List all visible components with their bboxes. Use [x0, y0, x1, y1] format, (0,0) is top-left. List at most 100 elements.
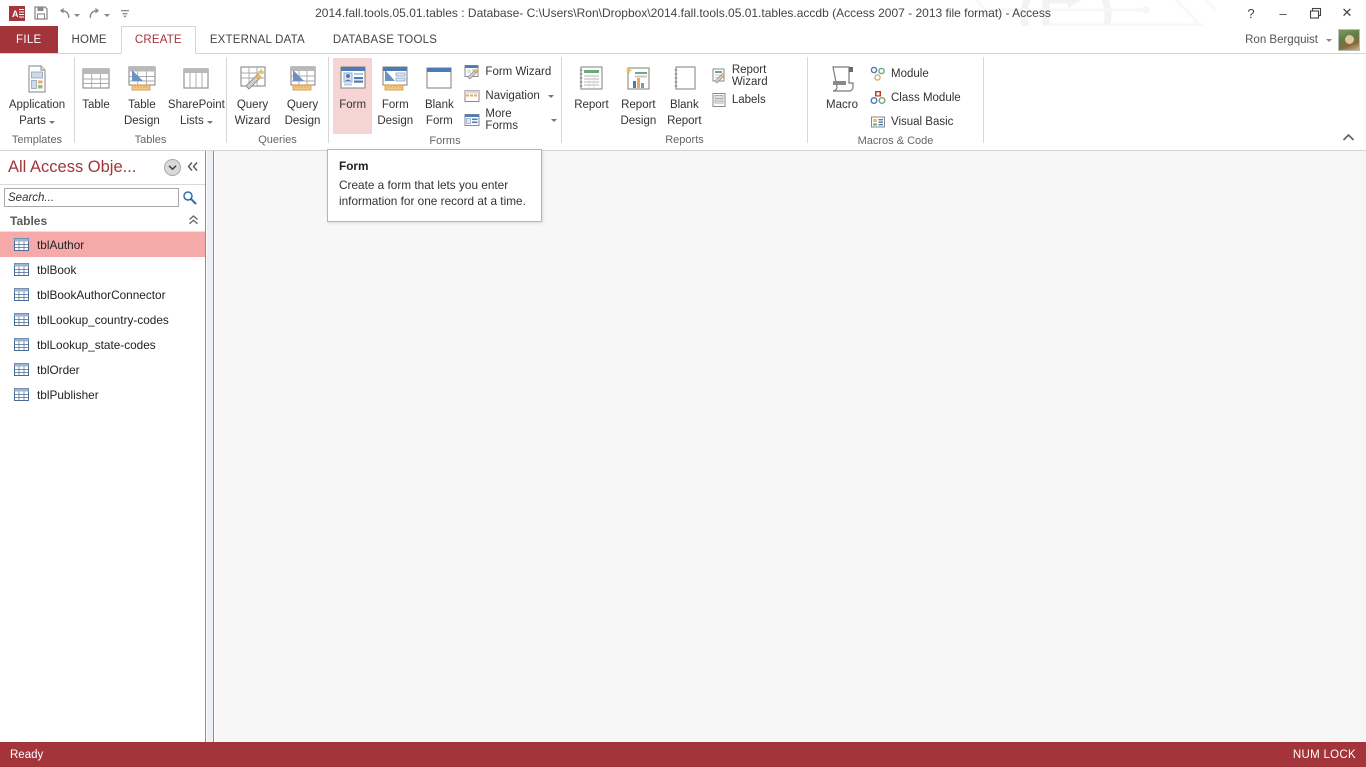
restore-button[interactable] [1300, 2, 1330, 24]
report-button[interactable]: Report [568, 58, 615, 112]
ribbon-group-reports: Report Report Design Blank Report Report… [562, 54, 807, 151]
list-item-label: tblAuthor [37, 237, 85, 252]
quick-access-toolbar[interactable]: A [0, 2, 136, 24]
table-design-label-line1: Table [128, 99, 156, 111]
window-controls[interactable]: ? ‒ ✕ [1236, 0, 1362, 26]
report-wizard-button[interactable]: Report Wizard [707, 64, 807, 88]
tab-home[interactable]: HOME [58, 26, 121, 53]
more-forms-icon [464, 112, 480, 128]
search-icon[interactable] [179, 190, 199, 205]
table-design-button[interactable]: Table Design [117, 58, 167, 128]
navigation-group-header-tables[interactable]: Tables [0, 210, 205, 232]
ribbon-groups: Application Parts Templates Table Table … [0, 54, 1366, 151]
list-item-label: tblLookup_state-codes [37, 337, 156, 352]
chevron-down-circle-icon[interactable] [164, 159, 181, 176]
list-item[interactable]: tblLookup_country-codes [0, 307, 205, 332]
module-button[interactable]: Module [866, 62, 965, 86]
list-item[interactable]: tblBook [0, 257, 205, 282]
visual-basic-button[interactable]: Visual Basic [866, 110, 965, 134]
report-design-icon [621, 62, 655, 96]
ribbon-tab-strip[interactable]: FILE HOME CREATE EXTERNAL DATA DATABASE … [0, 26, 1366, 54]
report-design-button[interactable]: Report Design [615, 58, 662, 128]
form-icon [336, 62, 370, 96]
query-design-button[interactable]: Query Design [278, 58, 328, 128]
more-forms-label: More Forms [485, 108, 519, 132]
close-button[interactable]: ✕ [1332, 2, 1362, 24]
navigation-dropdown-caret-icon[interactable] [547, 94, 554, 98]
access-application-window: A 2014.fall.tools.05.01.tables: Databas… [0, 0, 1366, 767]
tooltip-body: Create a form that lets you enter inform… [339, 178, 526, 208]
list-item[interactable]: tblOrder [0, 357, 205, 382]
form-button[interactable]: Form [333, 58, 373, 134]
account-name[interactable]: Ron Bergquist [1245, 34, 1318, 46]
list-item[interactable]: tblLookup_state-codes [0, 332, 205, 357]
macro-button[interactable]: Macro [818, 58, 866, 112]
undo-dropdown-caret-icon[interactable] [73, 13, 80, 17]
more-forms-button[interactable]: More Forms [460, 108, 561, 132]
navigation-group-label: Tables [10, 213, 48, 228]
query-wizard-label-line2: Wizard [234, 115, 271, 127]
query-wizard-button[interactable]: Query Wizard [228, 58, 278, 128]
navigation-pane: All Access Obje... Tables [0, 151, 206, 742]
tab-external-data[interactable]: EXTERNAL DATA [196, 26, 319, 53]
list-item-label: tblOrder [37, 362, 80, 377]
redo-dropdown-caret-icon[interactable] [103, 13, 110, 17]
status-bar: Ready NUM LOCK [0, 742, 1366, 767]
class-module-button[interactable]: Class Module [866, 86, 965, 110]
list-item[interactable]: tblAuthor [0, 232, 205, 257]
sharepoint-lists-button[interactable]: SharePoint Lists [167, 58, 226, 128]
sharepoint-lists-dropdown-caret-icon[interactable] [206, 120, 213, 124]
ribbon-group-macros-code: Macro Module Class Module Visual Basic M… [808, 54, 983, 151]
report-design-label-line2: Design [620, 115, 657, 127]
labels-button[interactable]: Labels [707, 88, 807, 112]
report-wizard-icon [711, 68, 727, 84]
account-dropdown-caret-icon[interactable] [1326, 38, 1332, 42]
application-parts-label-line1: Application [8, 99, 66, 111]
double-chevron-left-icon[interactable] [187, 161, 199, 175]
class-module-icon [870, 90, 886, 106]
help-button[interactable]: ? [1236, 2, 1266, 24]
work-area [215, 151, 1366, 742]
form-wizard-button[interactable]: Form Wizard [460, 60, 561, 84]
form-design-label-line1: Form [381, 99, 409, 111]
tab-create[interactable]: CREATE [120, 26, 196, 54]
table-button[interactable]: Table [75, 58, 117, 112]
ribbon-group-forms: Form Form Design Blank Form Form Wizard … [329, 54, 561, 151]
collapse-ribbon-button[interactable] [1338, 128, 1358, 146]
list-item-label: tblBookAuthorConnector [37, 287, 166, 302]
navigation-button[interactable]: Navigation [460, 84, 561, 108]
visual-basic-icon [870, 114, 886, 130]
application-parts-dropdown-caret-icon[interactable] [48, 120, 55, 124]
tab-file[interactable]: FILE [0, 26, 58, 53]
search-box[interactable] [4, 188, 179, 207]
minimize-button[interactable]: ‒ [1268, 2, 1298, 24]
account-area[interactable]: Ron Bergquist [1245, 26, 1360, 54]
blank-report-button[interactable]: Blank Report [662, 58, 707, 128]
chevron-up-icon [1342, 133, 1354, 141]
blank-report-icon [667, 62, 701, 96]
search-input[interactable] [8, 191, 175, 204]
visual-basic-label: Visual Basic [891, 116, 954, 128]
form-design-button[interactable]: Form Design [372, 58, 418, 128]
blank-form-button[interactable]: Blank Form [418, 58, 460, 128]
macro-label: Macro [826, 99, 858, 111]
list-item[interactable]: tblBookAuthorConnector [0, 282, 205, 307]
list-item-label: tblPublisher [37, 387, 99, 402]
navigation-pane-splitter[interactable] [207, 151, 214, 742]
list-item-label: tblLookup_country-codes [37, 312, 169, 327]
application-parts-button[interactable]: Application Parts [2, 58, 72, 128]
double-chevron-up-icon[interactable] [188, 212, 199, 230]
list-item[interactable]: tblPublisher [0, 382, 205, 407]
customize-quick-access-icon[interactable] [114, 2, 136, 24]
tooltip-title: Form [339, 159, 369, 173]
more-forms-dropdown-caret-icon[interactable] [551, 118, 557, 122]
sharepoint-lists-label-line2: Lists [180, 115, 204, 127]
tab-database-tools[interactable]: DATABASE TOOLS [319, 26, 451, 53]
report-label: Report [574, 99, 609, 111]
undo-icon[interactable] [54, 2, 82, 24]
query-design-label-line2: Design [284, 115, 321, 127]
redo-icon[interactable] [84, 2, 112, 24]
save-icon[interactable] [30, 2, 52, 24]
table-icon [79, 62, 113, 96]
avatar[interactable] [1338, 29, 1360, 51]
